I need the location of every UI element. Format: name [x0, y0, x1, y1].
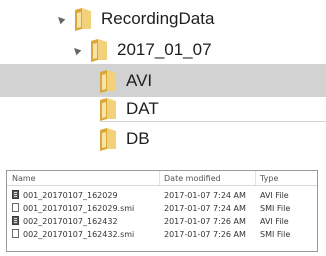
tree-item-recordingdata[interactable]: ◀ RecordingData: [0, 2, 326, 35]
tree-item-label: RecordingData: [101, 8, 215, 28]
column-header-type[interactable]: Type: [260, 174, 278, 183]
file-date: 2017-01-07 7:26 AM: [164, 230, 246, 239]
file-type: AVI File: [260, 191, 289, 200]
folder-icon: [91, 38, 107, 62]
folder-tree: ◀ RecordingData ◀ 2017_01_07 AVI DAT DB: [0, 0, 326, 154]
file-name: 002_20170107_162432.smi: [23, 230, 135, 239]
folder-icon: [75, 7, 91, 31]
column-divider[interactable]: [255, 171, 256, 185]
file-name: 001_20170107_162029: [23, 191, 118, 200]
file-row[interactable]: 002_20170107_162432.smi 2017-01-07 7:26 …: [7, 228, 317, 240]
file-date: 2017-01-07 7:26 AM: [164, 217, 246, 226]
file-name: 001_20170107_162029.smi: [23, 204, 135, 213]
file-type: AVI File: [260, 217, 289, 226]
file-type: SMI File: [260, 230, 291, 239]
video-file-icon: [12, 190, 19, 199]
file-row[interactable]: 002_20170107_162432 2017-01-07 7:26 AM A…: [7, 215, 317, 227]
folder-icon: [100, 127, 116, 151]
tree-item-db[interactable]: DB: [100, 121, 326, 155]
expand-arrow-icon[interactable]: ◀: [70, 42, 84, 56]
file-list: Name Date modified Type 001_20170107_162…: [6, 170, 318, 252]
column-header-row: Name Date modified Type: [7, 171, 317, 186]
tree-item-label: DAT: [126, 98, 159, 118]
column-header-date[interactable]: Date modified: [164, 174, 221, 183]
video-file-icon: [12, 216, 19, 225]
folder-icon: [100, 69, 116, 93]
expand-arrow-icon[interactable]: ◀: [54, 11, 68, 25]
file-type: SMI File: [260, 204, 291, 213]
folder-icon: [100, 97, 116, 121]
tree-item-2017-01-07[interactable]: ◀ 2017_01_07: [0, 33, 326, 66]
file-name: 002_20170107_162432: [23, 217, 118, 226]
file-date: 2017-01-07 7:24 AM: [164, 191, 246, 200]
column-divider[interactable]: [159, 171, 160, 185]
tree-item-label: DB: [126, 128, 150, 148]
tree-item-label: AVI: [126, 70, 153, 90]
file-row[interactable]: 001_20170107_162029.smi 2017-01-07 7:24 …: [7, 202, 317, 214]
tree-item-label: 2017_01_07: [117, 39, 212, 59]
document-file-icon: [12, 229, 19, 238]
document-file-icon: [12, 203, 19, 212]
file-row[interactable]: 001_20170107_162029 2017-01-07 7:24 AM A…: [7, 189, 317, 201]
file-date: 2017-01-07 7:24 AM: [164, 204, 246, 213]
column-header-name[interactable]: Name: [12, 174, 36, 183]
